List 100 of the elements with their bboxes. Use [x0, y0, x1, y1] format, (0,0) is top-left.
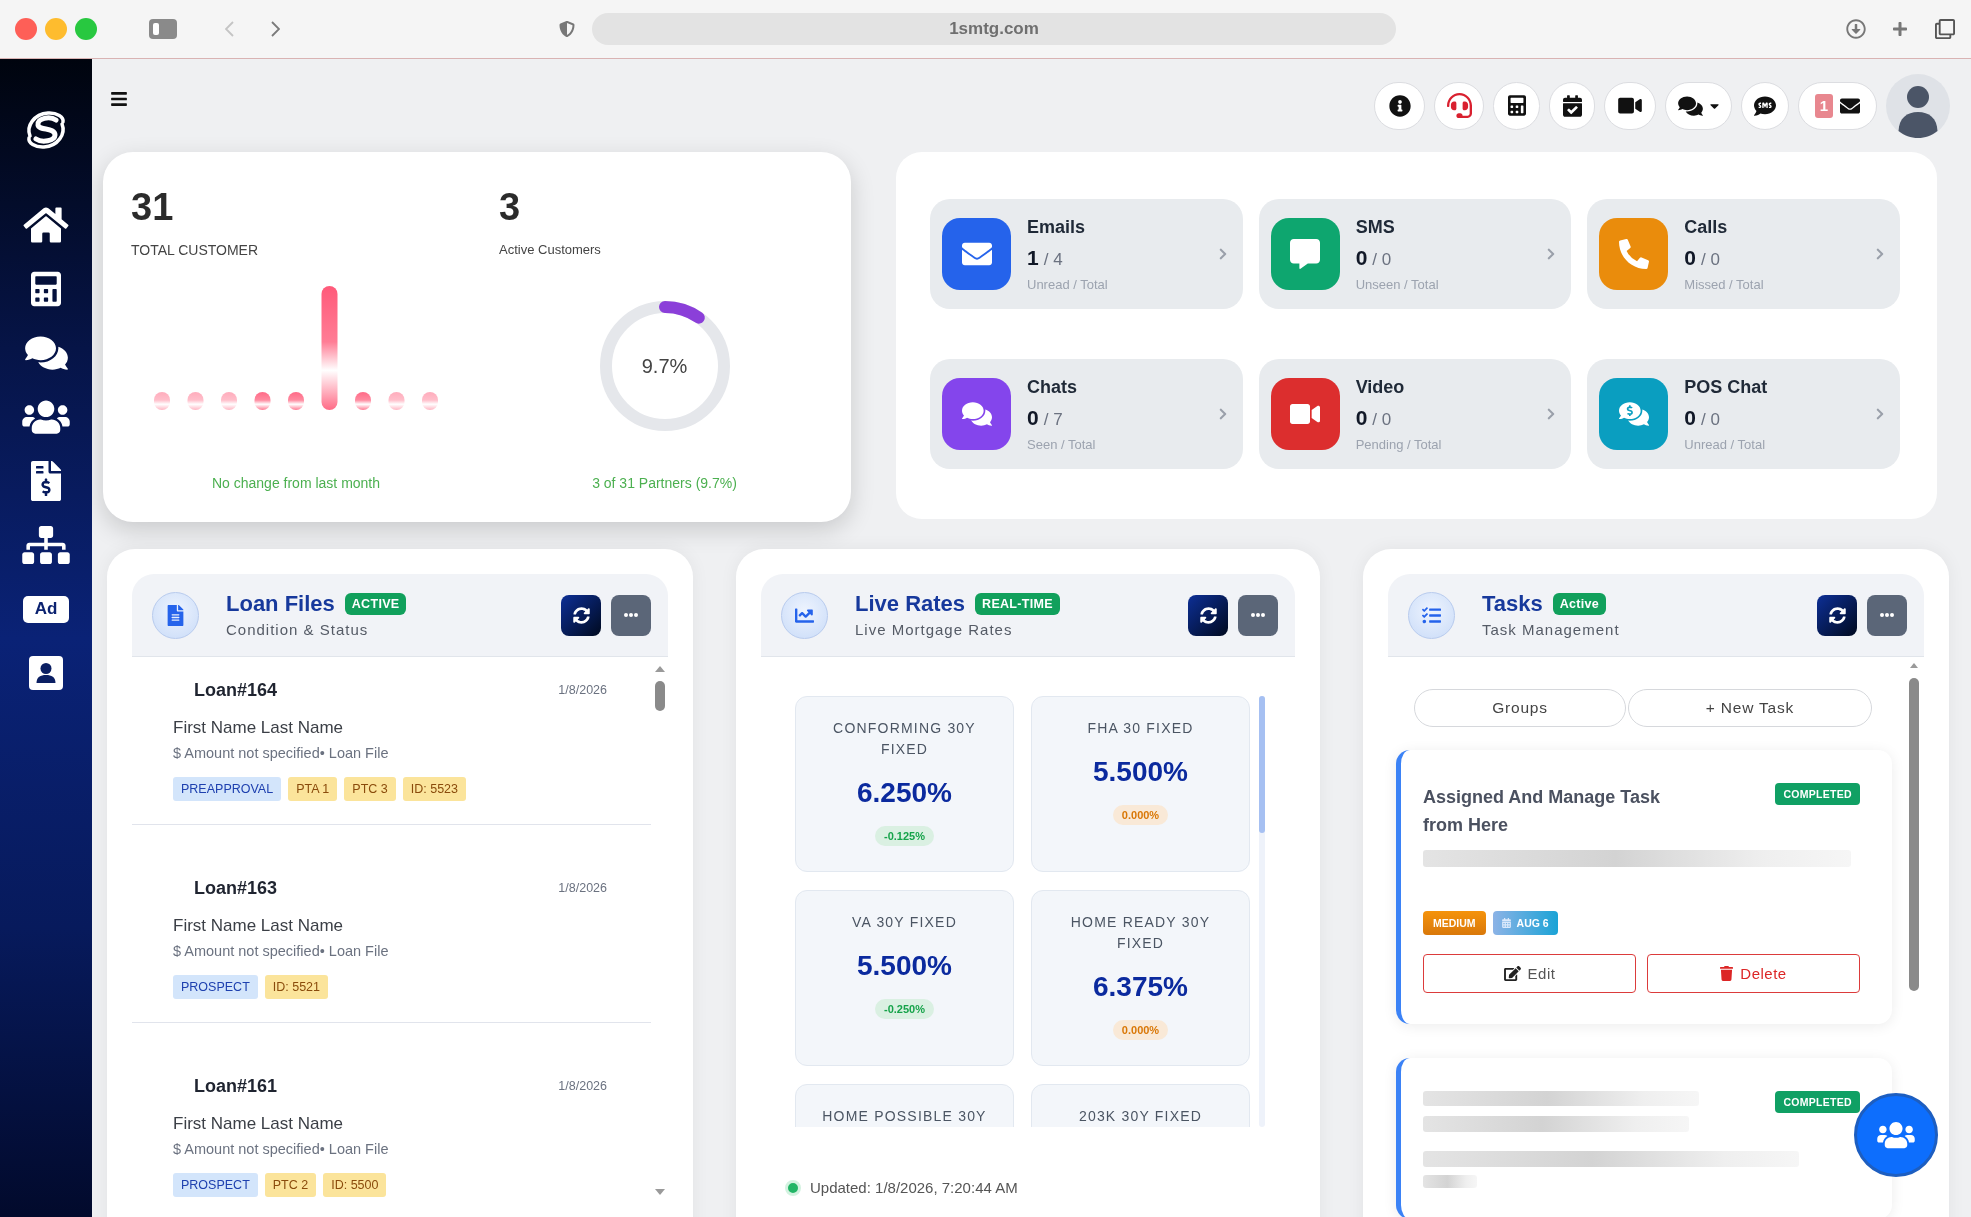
shield-icon[interactable]: [559, 20, 575, 38]
scroll-up-icon[interactable]: [654, 666, 665, 672]
info-tag: ID: 5521: [264, 975, 329, 999]
count-caption: Pending / Total: [1355, 436, 1442, 453]
message-summary-card[interactable]: Calls 0 / 0 Missed / Total: [1587, 199, 1900, 309]
task-title[interactable]: Assigned And Manage Task from Here: [1423, 783, 1673, 839]
calendar-button[interactable]: [1549, 81, 1595, 130]
sms-button[interactable]: [1741, 81, 1789, 130]
ad-link[interactable]: Ad: [23, 595, 69, 623]
due-date: AUG 6: [1516, 917, 1549, 929]
calendar-icon: [1501, 918, 1511, 928]
close-window-button[interactable]: [15, 18, 37, 40]
message-summary-card[interactable]: SMS 0 / 0 Unseen / Total: [1258, 199, 1572, 309]
line-chart-icon: [781, 591, 828, 639]
edit-button[interactable]: Edit: [1423, 954, 1636, 993]
panel-subtitle: Task Management: [1482, 621, 1620, 639]
info-button[interactable]: [1374, 81, 1425, 130]
status-badge: COMPLETED: [1775, 783, 1860, 805]
loan-number[interactable]: Loan#164: [194, 677, 278, 703]
message-summary-card[interactable]: POS Chat 0 / 0 Unread / Total: [1587, 359, 1900, 469]
count-caption: Missed / Total: [1684, 276, 1764, 293]
video-button[interactable]: [1604, 81, 1656, 130]
percent-label: 9.7%: [640, 353, 689, 379]
sitemap-icon[interactable]: [22, 526, 70, 564]
message-summary-card[interactable]: Chats 0 / 7 Seen / Total: [930, 359, 1243, 469]
refresh-button[interactable]: [561, 594, 601, 636]
tabs-icon[interactable]: [1935, 19, 1955, 39]
channel-title: Emails: [1027, 215, 1086, 238]
scrollbar-thumb[interactable]: [1909, 678, 1919, 991]
borrower-name: First Name Last Name: [173, 915, 344, 937]
message-summary-card[interactable]: Emails 1 / 4 Unread / Total: [930, 199, 1243, 309]
loan-detail: $ Amount not specified• Loan File: [173, 744, 389, 762]
scrollbar-thumb[interactable]: [1259, 696, 1265, 833]
new-task-button[interactable]: + New Task: [1628, 689, 1872, 727]
invoice-icon[interactable]: [31, 461, 61, 501]
count-value: 0: [1684, 245, 1696, 270]
delete-button[interactable]: Delete: [1647, 954, 1860, 993]
swirl-logo[interactable]: [24, 109, 68, 151]
people-icon: [1877, 1120, 1915, 1150]
document-icon: [152, 591, 199, 639]
rate-change: -0.125%: [875, 826, 934, 846]
rate-name: VA 30Y FIXED: [852, 913, 957, 932]
new-tab-icon[interactable]: [1892, 21, 1908, 37]
priority-tag: MEDIUM: [1423, 911, 1486, 935]
channel-title: Chats: [1027, 375, 1077, 398]
rate-name: FHA 30 FIXED: [1087, 719, 1194, 738]
status-badge: Active: [1552, 593, 1607, 615]
loan-detail: $ Amount not specified• Loan File: [173, 942, 389, 960]
avatar-icon[interactable]: [1886, 73, 1950, 138]
stat-value: 31: [131, 185, 174, 229]
groups-button[interactable]: Groups: [1414, 689, 1626, 727]
channel-title: POS Chat: [1684, 375, 1768, 398]
count-caption: Unread / Total: [1684, 436, 1766, 453]
total-value: / 0: [1372, 408, 1392, 431]
refresh-icon: [1199, 606, 1217, 624]
loan-number[interactable]: Loan#161: [194, 1073, 278, 1099]
count-value: 1: [1027, 245, 1039, 270]
download-icon[interactable]: [1846, 19, 1866, 39]
contact-card-icon[interactable]: [29, 656, 63, 690]
sms-bubble-icon: [1754, 94, 1776, 117]
chat-dropdown-button[interactable]: [1665, 81, 1732, 130]
support-button[interactable]: [1434, 81, 1484, 130]
count-value: 0: [1355, 405, 1368, 430]
sidebar-toggle-icon[interactable]: [149, 19, 177, 39]
refresh-button[interactable]: [1817, 594, 1857, 636]
loan-number[interactable]: Loan#163: [194, 875, 278, 901]
more-button[interactable]: [1867, 594, 1907, 636]
edit-icon: [1503, 966, 1521, 981]
loan-date: 1/8/2026: [558, 881, 607, 895]
more-button[interactable]: [611, 594, 651, 636]
forward-icon[interactable]: [271, 21, 280, 37]
calculator-icon[interactable]: [31, 269, 61, 309]
calendar-check-icon: [1562, 94, 1582, 117]
scroll-down-icon[interactable]: [654, 1189, 665, 1195]
rate-value: 5.500%: [1093, 755, 1188, 789]
info-tag: PTA 1: [288, 777, 338, 801]
scrollbar-thumb[interactable]: [654, 681, 665, 711]
info-icon: [1388, 94, 1411, 117]
status-badge: REAL-TIME: [975, 593, 1060, 615]
menu-icon[interactable]: [110, 89, 128, 108]
total-value: / 4: [1043, 248, 1063, 271]
more-button[interactable]: [1238, 594, 1278, 636]
message-summary-card[interactable]: Video 0 / 0 Pending / Total: [1258, 359, 1572, 469]
calculator-button[interactable]: [1493, 81, 1540, 130]
trend-note: No change from last month: [211, 474, 381, 492]
chat-bubbles-icon[interactable]: [23, 334, 69, 372]
address-field[interactable]: 1smtg.com: [592, 13, 1396, 45]
total-value: / 7: [1043, 408, 1063, 431]
ellipsis-icon: [1251, 613, 1265, 617]
refresh-button[interactable]: [1188, 594, 1228, 636]
people-icon[interactable]: [22, 398, 70, 436]
rate-name: 203K 30Y FIXED: [1078, 1107, 1203, 1126]
panel-title: Loan Files: [226, 591, 335, 617]
info-tag: PTC 3: [344, 777, 396, 801]
total-value: / 0: [1701, 408, 1720, 431]
rate-change: 0.000%: [1112, 1020, 1169, 1040]
home-icon[interactable]: [23, 205, 69, 245]
scroll-up-icon[interactable]: [1910, 663, 1918, 668]
status-badge: ACTIVE: [344, 593, 407, 615]
panel-subtitle: Condition & Status: [226, 621, 369, 639]
